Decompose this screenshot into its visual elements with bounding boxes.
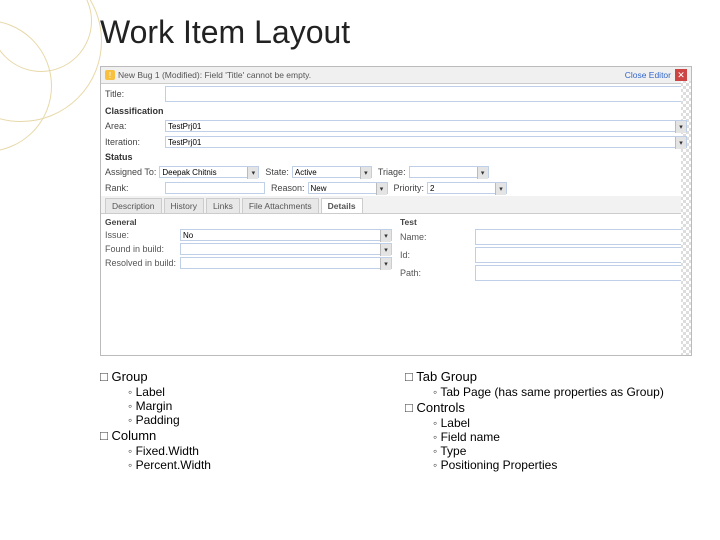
- resolved-input[interactable]: [180, 257, 392, 269]
- outline-column: Column: [100, 427, 385, 444]
- bg-ring-3: [0, 20, 52, 152]
- outline-group: Group: [100, 368, 385, 385]
- triage-dropdown[interactable]: ▾: [409, 166, 489, 178]
- tab-file-attachments[interactable]: File Attachments: [242, 198, 319, 213]
- resolved-label: Resolved in build:: [105, 258, 177, 268]
- chevron-down-icon[interactable]: ▾: [247, 167, 258, 179]
- outline-item: Field name: [433, 430, 690, 444]
- reason-label: Reason:: [271, 183, 305, 193]
- warning-icon: !: [105, 70, 115, 80]
- resolved-dropdown[interactable]: ▾: [180, 257, 392, 269]
- assigned-input[interactable]: [159, 166, 259, 178]
- tab-group: Description History Links File Attachmen…: [101, 196, 691, 214]
- general-heading: General: [105, 216, 392, 228]
- chevron-down-icon[interactable]: ▾: [477, 167, 488, 179]
- topbar-message: New Bug 1 (Modified): Field 'Title' cann…: [118, 70, 311, 80]
- bg-ring-2: [0, 0, 92, 72]
- rank-input[interactable]: [165, 182, 265, 194]
- outline-item: Tab Page (has same properties as Group): [433, 385, 690, 399]
- state-dropdown[interactable]: ▾: [292, 166, 372, 178]
- title-label: Title:: [105, 89, 165, 99]
- state-label: State:: [265, 167, 289, 177]
- classification-heading: Classification: [101, 104, 691, 118]
- priority-dropdown[interactable]: ▾: [427, 182, 507, 194]
- chevron-down-icon[interactable]: ▾: [376, 183, 387, 195]
- title-row: Title:: [101, 84, 691, 104]
- triage-label: Triage:: [378, 167, 406, 177]
- slide-title: Work Item Layout: [100, 14, 350, 51]
- assigned-label: Assigned To:: [105, 167, 156, 177]
- close-editor-button[interactable]: Close Editor: [625, 70, 671, 80]
- path-input[interactable]: [475, 265, 687, 281]
- bg-ring-1: [0, 0, 102, 122]
- area-dropdown[interactable]: ▾: [165, 120, 687, 132]
- editor-topbar: ! New Bug 1 (Modified): Field 'Title' ca…: [101, 67, 691, 84]
- outline-notes: Group Label Margin Padding Column Fixed.…: [100, 368, 690, 472]
- rank-label: Rank:: [105, 183, 162, 193]
- outline-item: Label: [128, 385, 385, 399]
- assigned-dropdown[interactable]: ▾: [159, 166, 259, 178]
- tab-history[interactable]: History: [164, 198, 204, 213]
- outline-item: Percent.Width: [128, 458, 385, 472]
- issue-label: Issue:: [105, 230, 177, 240]
- outline-item: Positioning Properties: [433, 458, 690, 472]
- details-panel: General Issue: ▾ Found in build: ▾ Resol…: [101, 214, 691, 284]
- chevron-down-icon[interactable]: ▾: [380, 244, 391, 256]
- path-label: Path:: [400, 268, 472, 278]
- chevron-down-icon[interactable]: ▾: [675, 137, 686, 149]
- tab-description[interactable]: Description: [105, 198, 162, 213]
- test-heading: Test: [400, 216, 687, 228]
- outline-item: Margin: [128, 399, 385, 413]
- tab-details[interactable]: Details: [321, 198, 363, 213]
- iteration-dropdown[interactable]: ▾: [165, 136, 687, 148]
- iteration-input[interactable]: [165, 136, 687, 148]
- outline-item: Type: [433, 444, 690, 458]
- chevron-down-icon[interactable]: ▾: [675, 121, 686, 133]
- status-heading: Status: [101, 150, 691, 164]
- area-label: Area:: [105, 121, 165, 131]
- outline-item: Padding: [128, 413, 385, 427]
- found-label: Found in build:: [105, 244, 177, 254]
- found-dropdown[interactable]: ▾: [180, 243, 392, 255]
- work-item-editor: ! New Bug 1 (Modified): Field 'Title' ca…: [100, 66, 692, 356]
- outline-item: Label: [433, 416, 690, 430]
- issue-dropdown[interactable]: ▾: [180, 229, 392, 241]
- outline-item: Fixed.Width: [128, 444, 385, 458]
- area-input[interactable]: [165, 120, 687, 132]
- found-input[interactable]: [180, 243, 392, 255]
- outline-right: Tab Group Tab Page (has same properties …: [405, 368, 690, 472]
- title-input[interactable]: [165, 86, 687, 102]
- outline-controls: Controls: [405, 399, 690, 416]
- outline-left: Group Label Margin Padding Column Fixed.…: [100, 368, 385, 472]
- priority-label: Priority:: [394, 183, 425, 193]
- outline-tabgroup: Tab Group: [405, 368, 690, 385]
- id-label: Id:: [400, 250, 472, 260]
- chevron-down-icon[interactable]: ▾: [380, 258, 391, 270]
- chevron-down-icon[interactable]: ▾: [380, 230, 391, 242]
- close-icon[interactable]: ✕: [675, 69, 687, 81]
- chevron-down-icon[interactable]: ▾: [360, 167, 371, 179]
- reason-dropdown[interactable]: ▾: [308, 182, 388, 194]
- chevron-down-icon[interactable]: ▾: [495, 183, 506, 195]
- tab-links[interactable]: Links: [206, 198, 240, 213]
- id-input[interactable]: [475, 247, 687, 263]
- name-label: Name:: [400, 232, 472, 242]
- name-input[interactable]: [475, 229, 687, 245]
- iteration-label: Iteration:: [105, 137, 165, 147]
- issue-input[interactable]: [180, 229, 392, 241]
- rank-field[interactable]: [165, 182, 265, 194]
